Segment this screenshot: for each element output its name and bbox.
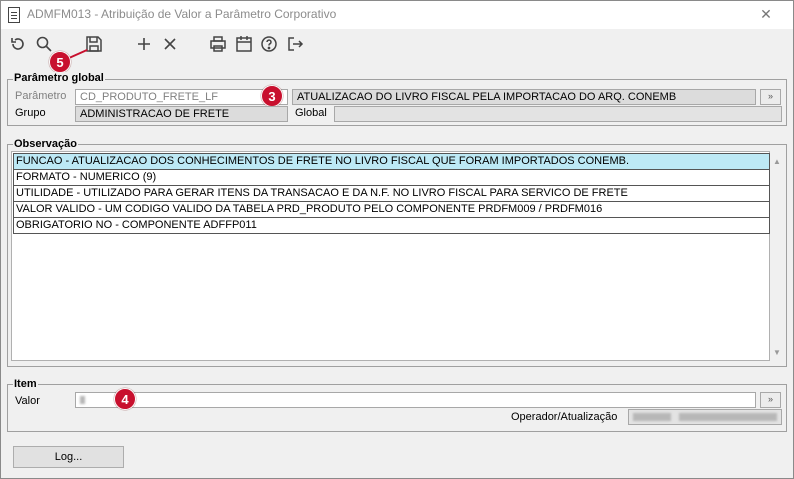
log-button-label: Log... xyxy=(54,451,83,463)
redacted-operator xyxy=(633,413,671,421)
add-icon[interactable] xyxy=(133,33,155,55)
list-item[interactable]: OBRIGATORIO NO - COMPONENTE ADFFP011 xyxy=(13,217,770,234)
global-field xyxy=(334,106,782,122)
list-item[interactable]: VALOR VALIDO - UM CODIGO VALIDO DA TABEL… xyxy=(13,201,770,218)
toolbar xyxy=(1,29,793,61)
document-icon xyxy=(8,7,20,23)
search-icon[interactable] xyxy=(33,33,55,55)
observacao-section-title: Observação xyxy=(13,138,78,150)
window-title: ADMFM013 - Atribuição de Valor a Parâmet… xyxy=(27,7,337,21)
help-icon[interactable] xyxy=(258,33,280,55)
save-icon[interactable] xyxy=(83,33,105,55)
operador-label: Operador/Atualização xyxy=(511,411,618,423)
valor-label: Valor xyxy=(15,395,40,407)
close-button[interactable]: ✕ xyxy=(743,4,789,24)
undo-icon[interactable] xyxy=(7,33,29,55)
global-section-title: Parâmetro global xyxy=(13,72,105,84)
redacted-value xyxy=(80,396,85,404)
app-window: ADMFM013 - Atribuição de Valor a Parâmet… xyxy=(0,0,794,479)
log-button[interactable]: Log... xyxy=(13,446,124,468)
calendar-icon[interactable] xyxy=(233,33,255,55)
parametro-label: Parâmetro xyxy=(15,90,67,102)
annotation-badge-4: 4 xyxy=(114,388,136,410)
global-label: Global xyxy=(295,107,327,119)
title-bar: ADMFM013 - Atribuição de Valor a Parâmet… xyxy=(1,1,793,29)
list-item[interactable]: FORMATO - NUMERICO (9) xyxy=(13,169,770,186)
observacao-list[interactable]: FUNCAO - ATUALIZACAO DOS CONHECIMENTOS D… xyxy=(11,151,770,361)
parametro-lookup-button[interactable]: » xyxy=(760,89,781,105)
valor-input[interactable] xyxy=(75,392,756,408)
print-icon[interactable] xyxy=(207,33,229,55)
parametro-input[interactable]: CD_PRODUTO_FRETE_LF xyxy=(75,89,288,105)
scroll-down-icon[interactable]: ▼ xyxy=(771,347,783,359)
annotation-badge-3: 3 xyxy=(261,85,283,107)
list-item[interactable]: FUNCAO - ATUALIZACAO DOS CONHECIMENTOS D… xyxy=(13,153,770,170)
list-item[interactable]: UTILIDADE - UTILIZADO PARA GERAR ITENS D… xyxy=(13,185,770,202)
scroll-up-icon[interactable]: ▲ xyxy=(771,156,783,168)
exit-icon[interactable] xyxy=(284,33,306,55)
parametro-description: ATUALIZACAO DO LIVRO FISCAL PELA IMPORTA… xyxy=(292,89,756,105)
grupo-field: ADMINISTRACAO DE FRETE xyxy=(75,106,288,122)
grupo-label: Grupo xyxy=(15,107,46,119)
annotation-badge-5: 5 xyxy=(49,51,71,73)
valor-lookup-button[interactable]: » xyxy=(760,392,781,408)
item-section-title: Item xyxy=(13,378,38,390)
redacted-date xyxy=(679,413,777,421)
delete-icon[interactable] xyxy=(159,33,181,55)
